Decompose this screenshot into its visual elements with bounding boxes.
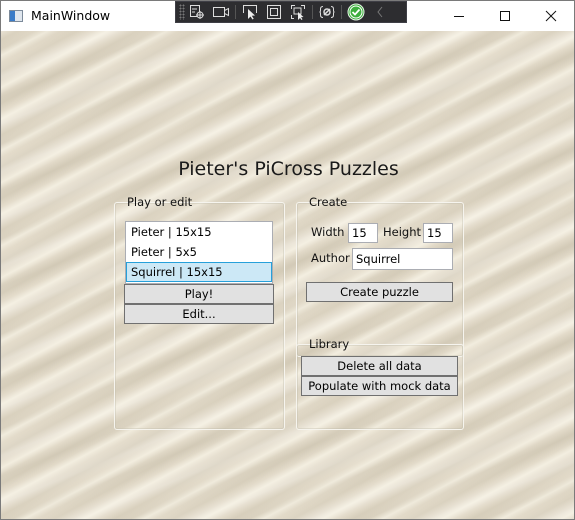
collapse-icon[interactable] (368, 2, 392, 22)
minimize-icon (454, 16, 464, 17)
width-input[interactable]: 15 (348, 223, 378, 243)
library-group: Library Delete all data Populate with mo… (296, 337, 464, 430)
width-label: Width (311, 225, 345, 239)
title-bar[interactable]: MainWindow (1, 1, 574, 31)
list-item-selected[interactable]: Squirrel | 15x15 (126, 262, 272, 282)
pointer-select-icon[interactable] (238, 2, 262, 22)
app-icon (9, 10, 23, 22)
puzzle-list[interactable]: Pieter | 15x15 Pieter | 5x5 Squirrel | 1… (125, 221, 273, 284)
play-or-edit-group: Play or edit Pieter | 15x15 Pieter | 5x5… (114, 195, 285, 430)
populate-mock-data-button[interactable]: Populate with mock data (301, 376, 458, 396)
list-item[interactable]: Pieter | 15x15 (126, 222, 272, 242)
play-button[interactable]: Play! (124, 284, 274, 304)
window-content: Pieter's PiCross Puzzles Play or edit Pi… (1, 31, 574, 519)
list-item[interactable]: Pieter | 5x5 (126, 242, 272, 262)
record-icon[interactable] (209, 2, 233, 22)
create-puzzle-button[interactable]: Create puzzle (306, 282, 453, 302)
debug-toolbar (175, 1, 407, 23)
window-title: MainWindow (31, 8, 111, 23)
edit-button[interactable]: Edit... (124, 304, 274, 324)
library-label: Library (305, 337, 354, 351)
maximize-icon (500, 11, 510, 21)
layout-adorner-icon[interactable] (262, 2, 286, 22)
toolbar-separator (235, 5, 236, 19)
close-button[interactable] (528, 1, 574, 31)
height-input[interactable]: 15 (423, 223, 453, 243)
maximize-button[interactable] (482, 1, 528, 31)
toolbar-separator (312, 5, 313, 19)
delete-all-data-button[interactable]: Delete all data (301, 356, 458, 376)
binding-failures-icon[interactable] (315, 2, 339, 22)
check-circle-icon[interactable] (344, 2, 368, 22)
author-label: Author (311, 251, 350, 265)
page-title: Pieter's PiCross Puzzles (178, 158, 399, 180)
toolbar-separator (341, 5, 342, 19)
height-label: Height (383, 225, 422, 239)
create-group: Create Width 15 Height 15 Author Squirre… (296, 195, 464, 357)
select-element-icon[interactable] (185, 2, 209, 22)
create-label: Create (305, 195, 352, 209)
close-icon (545, 10, 557, 22)
play-or-edit-label: Play or edit (123, 195, 197, 209)
minimize-button[interactable] (436, 1, 482, 31)
main-window: MainWindow Pieter's PiCross Puzzles Play… (0, 0, 575, 520)
track-focus-icon[interactable] (286, 2, 310, 22)
author-input[interactable]: Squirrel (352, 248, 453, 270)
